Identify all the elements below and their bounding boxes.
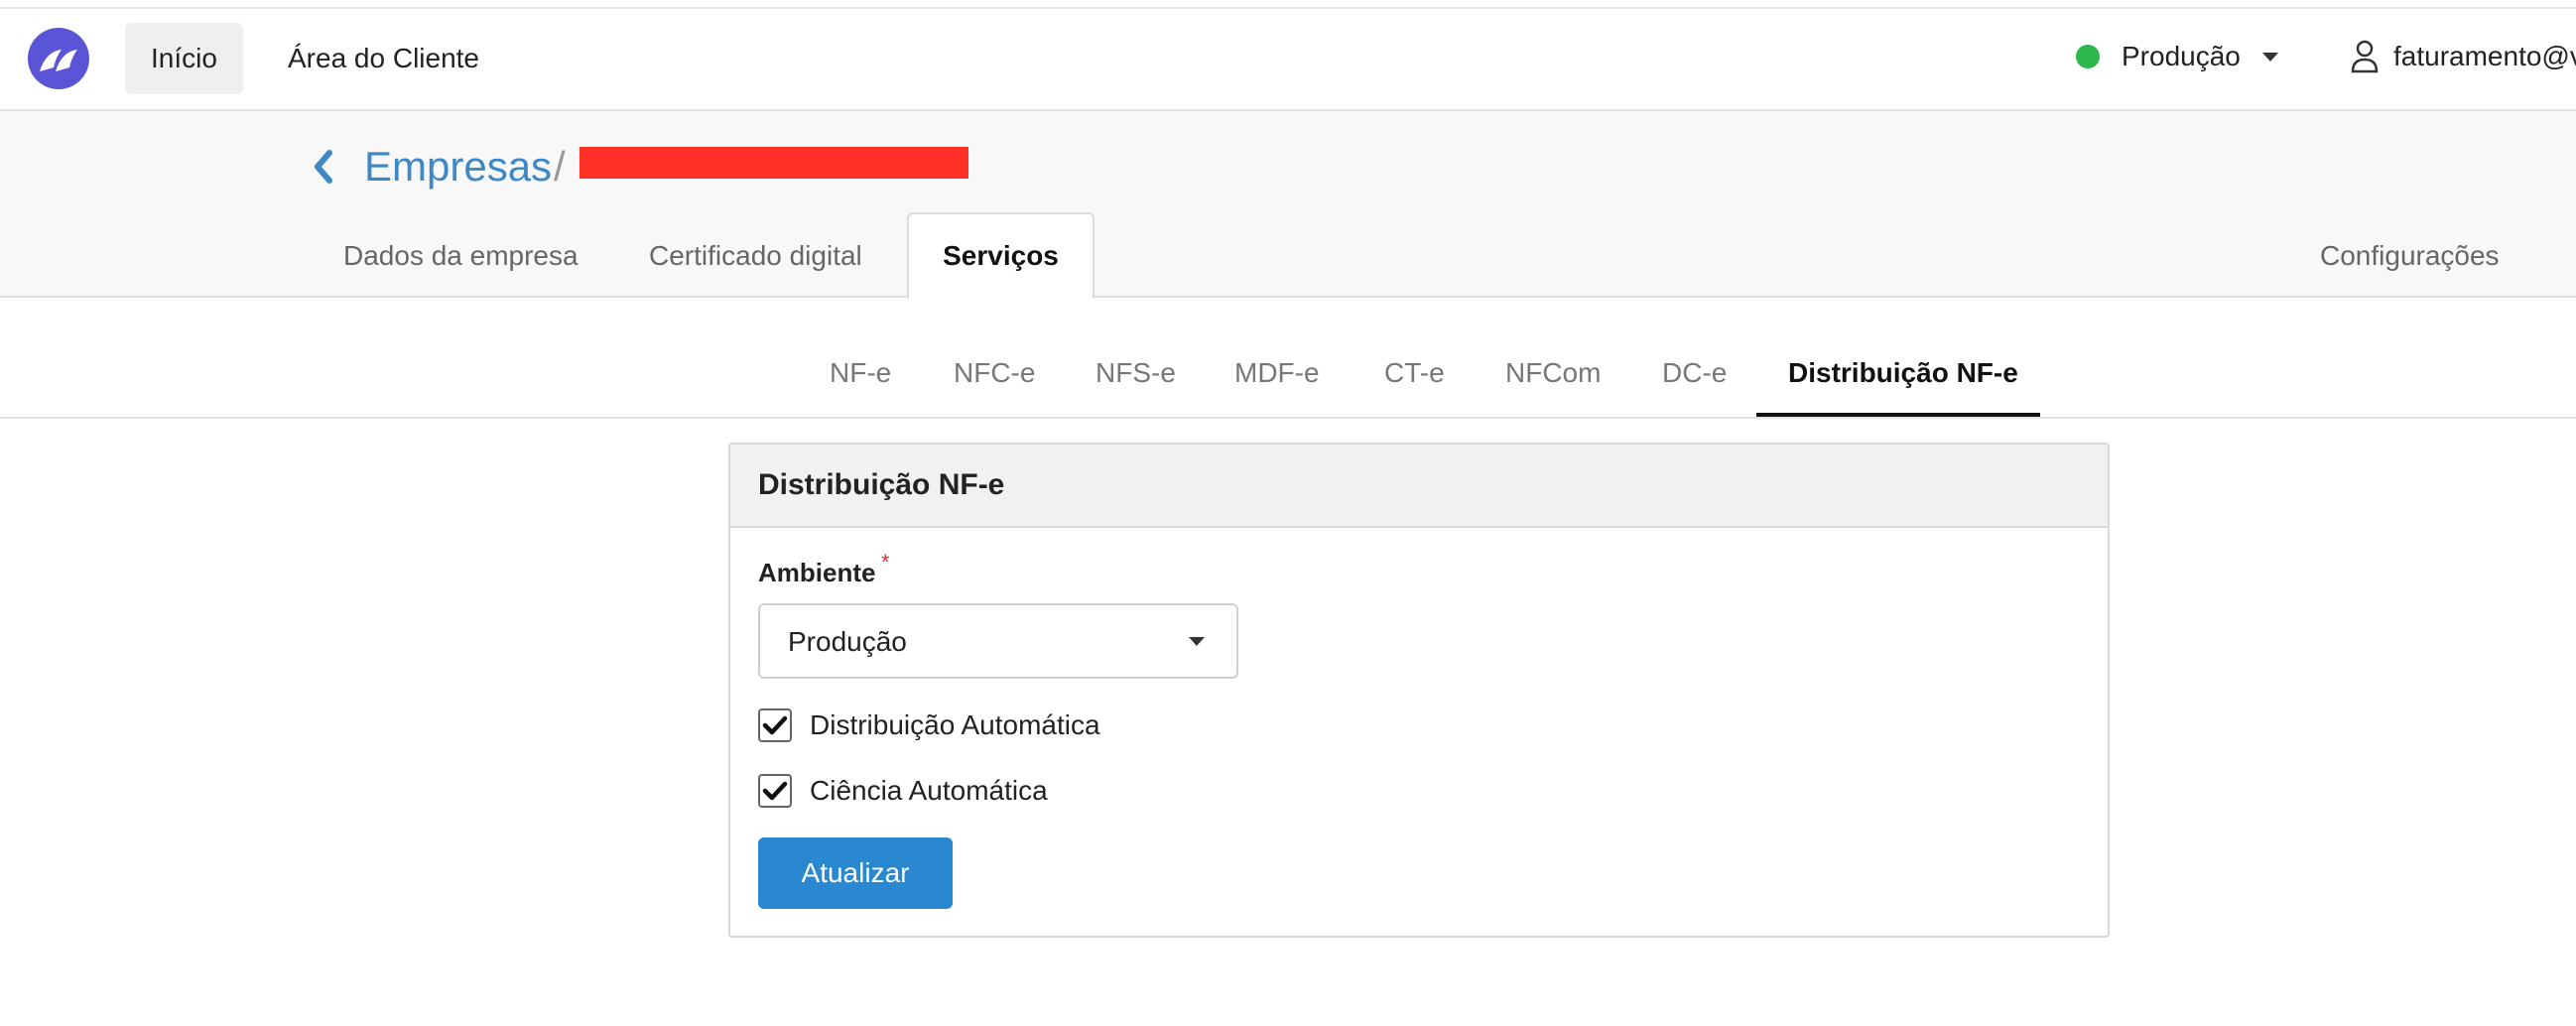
chevron-down-icon[interactable] [2262, 53, 2278, 62]
service-tabs: NF-e NFC-e NFS-e MDF-e CT-e NFCom DC-e D… [0, 337, 2576, 419]
back-chevron-icon[interactable] [310, 147, 337, 187]
service-tab-nfce[interactable]: NFC-e [954, 351, 1035, 395]
auto-awareness-checkbox[interactable] [758, 774, 792, 808]
checkmark-icon [762, 715, 788, 735]
user-menu[interactable]: faturamento@v [2393, 35, 2576, 78]
top-border [0, 0, 2576, 9]
auto-awareness-label: Ciência Automática [810, 775, 1048, 806]
service-tab-dce[interactable]: DC-e [1662, 351, 1727, 395]
panel-title: Distribuição NF-e [730, 445, 2108, 528]
redacted-company-name [580, 147, 968, 179]
chevron-down-icon [1189, 637, 1205, 646]
auto-distribution-label: Distribuição Automática [810, 709, 1100, 740]
auto-distribution-checkbox[interactable] [758, 708, 792, 742]
active-tab-indicator [1756, 413, 2040, 417]
service-tab-nfe-distribution[interactable]: Distribuição NF-e [1788, 351, 2018, 395]
required-marker: * [881, 550, 890, 575]
breadcrumb-companies-link[interactable]: Empresas [364, 139, 552, 194]
user-icon[interactable] [2350, 39, 2380, 74]
tab-services[interactable]: Serviços [907, 212, 1095, 300]
checkmark-icon [762, 781, 788, 801]
environment-status-dot [2076, 45, 2100, 68]
service-tab-cte[interactable]: CT-e [1384, 351, 1445, 395]
tab-settings[interactable]: Configurações [2300, 214, 2519, 300]
brand-logo-icon[interactable] [28, 28, 89, 89]
breadcrumb-separator: / [554, 143, 566, 190]
nav-client-area[interactable]: Área do Cliente [262, 23, 505, 94]
top-navbar: Início Área do Cliente Produção faturame… [0, 9, 2576, 111]
environment-field-label: Ambiente [758, 558, 876, 587]
nfe-distribution-panel: Distribuição NF-e Ambiente * Produção Di… [728, 443, 2110, 938]
service-tab-nfcom[interactable]: NFCom [1505, 351, 1601, 395]
environment-select-value: Produção [788, 626, 907, 657]
company-header: Empresas / Dados da empresa Certificado … [0, 111, 2576, 300]
nav-home[interactable]: Início [125, 23, 243, 94]
service-tab-nfe[interactable]: NF-e [830, 351, 891, 395]
service-tab-nfse[interactable]: NFS-e [1095, 351, 1176, 395]
environment-select[interactable]: Produção [758, 603, 1238, 679]
tab-digital-certificate[interactable]: Certificado digital [629, 214, 882, 300]
update-button[interactable]: Atualizar [758, 837, 953, 909]
service-tab-mdfe[interactable]: MDF-e [1234, 351, 1320, 395]
tab-company-data[interactable]: Dados da empresa [323, 214, 598, 300]
environment-selector[interactable]: Produção [2122, 35, 2241, 78]
